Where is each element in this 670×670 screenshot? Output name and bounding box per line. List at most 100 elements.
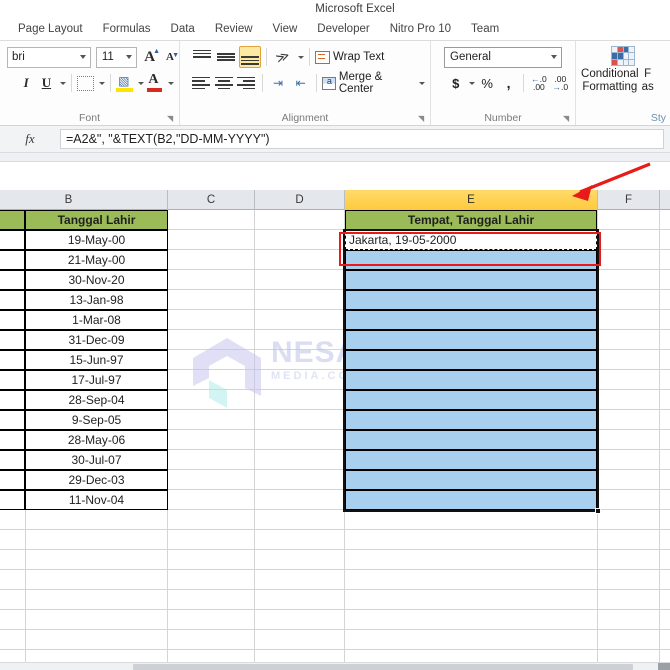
- increase-indent-button[interactable]: ⇤: [290, 72, 311, 94]
- chevron-down-icon[interactable]: [137, 81, 144, 85]
- cell-e2-active[interactable]: Jakarta, 19-05-2000: [345, 230, 597, 250]
- cell-b8[interactable]: 15-Jun-97: [25, 350, 168, 370]
- font-dialog-launcher-icon[interactable]: ◥: [167, 114, 176, 123]
- cell-e8[interactable]: [345, 350, 597, 370]
- tab-nitro-pro-10[interactable]: Nitro Pro 10: [380, 21, 461, 37]
- chevron-down-icon[interactable]: [298, 55, 304, 59]
- cell-b4[interactable]: 30-Nov-20: [25, 270, 168, 290]
- conditional-formatting-button[interactable]: Conditional Formatting: [581, 68, 639, 94]
- orientation-button[interactable]: ≫: [272, 46, 294, 68]
- cell-e9[interactable]: [345, 370, 597, 390]
- column-header-f[interactable]: F: [598, 190, 660, 210]
- borders-button[interactable]: [76, 72, 94, 94]
- chevron-down-icon[interactable]: [167, 81, 174, 85]
- cell-a6[interactable]: [0, 310, 25, 330]
- cell-b5[interactable]: 13-Jan-98: [25, 290, 168, 310]
- cell-b15[interactable]: 11-Nov-04: [25, 490, 168, 510]
- cell-a3[interactable]: [0, 250, 25, 270]
- function-icon[interactable]: fx: [0, 131, 60, 147]
- tab-page-layout[interactable]: Page Layout: [8, 21, 93, 37]
- cell-b3[interactable]: 21-May-00: [25, 250, 168, 270]
- cell-b10[interactable]: 28-Sep-04: [25, 390, 168, 410]
- align-middle-button[interactable]: [215, 46, 237, 68]
- font-size-combo[interactable]: 11: [95, 46, 138, 68]
- italic-button[interactable]: I: [17, 72, 35, 94]
- chevron-down-icon[interactable]: [419, 81, 426, 85]
- cell-a10[interactable]: [0, 390, 25, 410]
- comma-style-button[interactable]: ,: [499, 72, 518, 94]
- cell-b1-header[interactable]: Tanggal Lahir: [25, 210, 168, 230]
- chevron-down-icon[interactable]: [59, 81, 66, 85]
- column-header-b[interactable]: B: [0, 190, 168, 210]
- cell-e7[interactable]: [345, 330, 597, 350]
- cell-a1-header[interactable]: [0, 210, 25, 230]
- format-as-table-button[interactable]: F as: [642, 68, 654, 94]
- chevron-down-icon[interactable]: [98, 81, 105, 85]
- number-dialog-launcher-icon[interactable]: ◥: [563, 114, 572, 123]
- cell-a11[interactable]: [0, 410, 25, 430]
- cell-e10[interactable]: [345, 390, 597, 410]
- horizontal-scrollbar[interactable]: [0, 662, 670, 670]
- cell-b7[interactable]: 31-Dec-09: [25, 330, 168, 350]
- cell-a7[interactable]: [0, 330, 25, 350]
- cell-b2[interactable]: 19-May-00: [25, 230, 168, 250]
- cell-e14[interactable]: [345, 470, 597, 490]
- cell-e13[interactable]: [345, 450, 597, 470]
- horizontal-scrollbar-thumb[interactable]: [133, 664, 633, 670]
- cell-a12[interactable]: [0, 430, 25, 450]
- cell-a5[interactable]: [0, 290, 25, 310]
- cell-e12[interactable]: [345, 430, 597, 450]
- cell-e15[interactable]: [345, 490, 597, 510]
- grow-font-icon[interactable]: A ▲: [144, 47, 160, 66]
- cell-b12[interactable]: 28-May-06: [25, 430, 168, 450]
- fill-handle[interactable]: [595, 508, 601, 514]
- merge-center-button[interactable]: Merge & Center: [321, 71, 426, 95]
- cell-a9[interactable]: [0, 370, 25, 390]
- scroll-right-button[interactable]: [658, 663, 670, 670]
- cell-e3[interactable]: [345, 250, 597, 270]
- decrease-decimal-button[interactable]: .00 →.0: [551, 72, 570, 94]
- cell-e1-header[interactable]: Tempat, Tanggal Lahir: [345, 210, 597, 230]
- cell-b11[interactable]: 9-Sep-05: [25, 410, 168, 430]
- chevron-down-icon[interactable]: [469, 81, 476, 85]
- font-color-button[interactable]: A: [146, 72, 164, 94]
- cell-a13[interactable]: [0, 450, 25, 470]
- column-header-e[interactable]: E: [345, 190, 598, 210]
- alignment-dialog-launcher-icon[interactable]: ◥: [418, 114, 427, 123]
- cell-a2[interactable]: [0, 230, 25, 250]
- column-header-d[interactable]: D: [255, 190, 345, 210]
- fill-color-button[interactable]: ▧: [115, 72, 134, 94]
- cell-a14[interactable]: [0, 470, 25, 490]
- tab-view[interactable]: View: [263, 21, 308, 37]
- number-format-combo[interactable]: General: [444, 46, 563, 68]
- cell-e6[interactable]: [345, 310, 597, 330]
- tab-formulas[interactable]: Formulas: [93, 21, 161, 37]
- percent-button[interactable]: %: [477, 72, 496, 94]
- wrap-text-button[interactable]: Wrap Text: [315, 50, 384, 64]
- tab-review[interactable]: Review: [205, 21, 263, 37]
- align-bottom-button[interactable]: [239, 46, 261, 68]
- cell-b13[interactable]: 30-Jul-07: [25, 450, 168, 470]
- cell-b9[interactable]: 17-Jul-97: [25, 370, 168, 390]
- cell-a8[interactable]: [0, 350, 25, 370]
- align-right-button[interactable]: [236, 72, 257, 94]
- cell-a15[interactable]: [0, 490, 25, 510]
- shrink-font-icon[interactable]: A ▼: [166, 51, 179, 63]
- cell-e5[interactable]: [345, 290, 597, 310]
- tab-team[interactable]: Team: [461, 21, 509, 37]
- cell-e4[interactable]: [345, 270, 597, 290]
- tab-data[interactable]: Data: [161, 21, 205, 37]
- cell-b14[interactable]: 29-Dec-03: [25, 470, 168, 490]
- underline-button[interactable]: U: [37, 72, 55, 94]
- font-name-combo[interactable]: bri: [7, 46, 91, 68]
- decrease-indent-button[interactable]: ⇥: [268, 72, 289, 94]
- currency-button[interactable]: $: [446, 72, 465, 94]
- column-header-g[interactable]: [660, 190, 670, 210]
- align-left-button[interactable]: [191, 72, 212, 94]
- align-top-button[interactable]: [191, 46, 213, 68]
- column-header-c[interactable]: C: [168, 190, 255, 210]
- tab-developer[interactable]: Developer: [307, 21, 379, 37]
- cell-a4[interactable]: [0, 270, 25, 290]
- increase-decimal-button[interactable]: ←.0.00: [529, 72, 548, 94]
- cell-e11[interactable]: [345, 410, 597, 430]
